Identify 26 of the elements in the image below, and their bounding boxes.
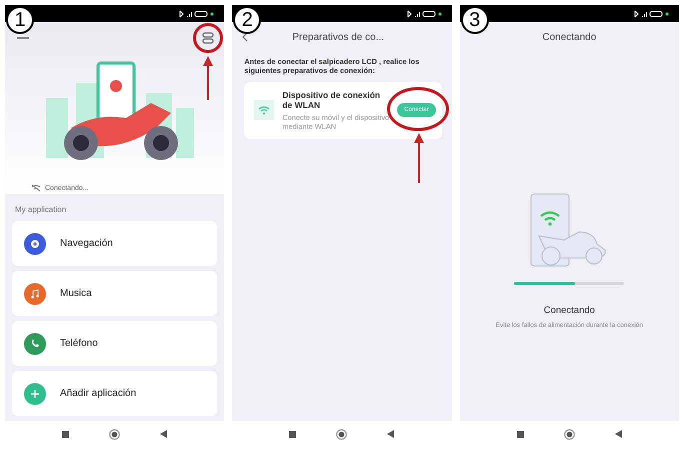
wifi-icon bbox=[254, 100, 274, 120]
step-number: 2 bbox=[233, 6, 262, 34]
app-item[interactable]: Añadir aplicación bbox=[12, 371, 218, 416]
card-title: Dispositivo de conexión de WLAN bbox=[282, 90, 382, 110]
annotation-arrow bbox=[414, 133, 424, 184]
app-item[interactable]: Musica bbox=[12, 271, 218, 316]
screen-title: Preparativos de co... bbox=[292, 32, 384, 42]
app-item[interactable]: Navegación bbox=[12, 221, 218, 266]
switch-icon[interactable] bbox=[202, 32, 214, 44]
back-icon[interactable] bbox=[160, 430, 168, 438]
recent-apps-icon[interactable] bbox=[516, 430, 524, 438]
back-icon[interactable] bbox=[242, 32, 248, 42]
back-icon[interactable] bbox=[614, 430, 622, 438]
recent-apps-icon[interactable] bbox=[289, 430, 296, 438]
home-icon[interactable] bbox=[336, 428, 348, 440]
app-item[interactable]: Teléfono bbox=[12, 321, 218, 366]
back-icon[interactable] bbox=[387, 430, 394, 438]
section-title: My application bbox=[15, 205, 68, 214]
wifi-off-icon bbox=[31, 184, 41, 192]
screen-title: Conectando bbox=[542, 32, 596, 42]
home-icon[interactable] bbox=[109, 428, 120, 440]
menu-icon[interactable] bbox=[17, 36, 29, 40]
home-icon[interactable] bbox=[564, 428, 575, 440]
recent-apps-icon[interactable] bbox=[62, 430, 70, 438]
connection-status: Conectando bbox=[544, 305, 595, 316]
annotation-arrow bbox=[203, 56, 214, 100]
